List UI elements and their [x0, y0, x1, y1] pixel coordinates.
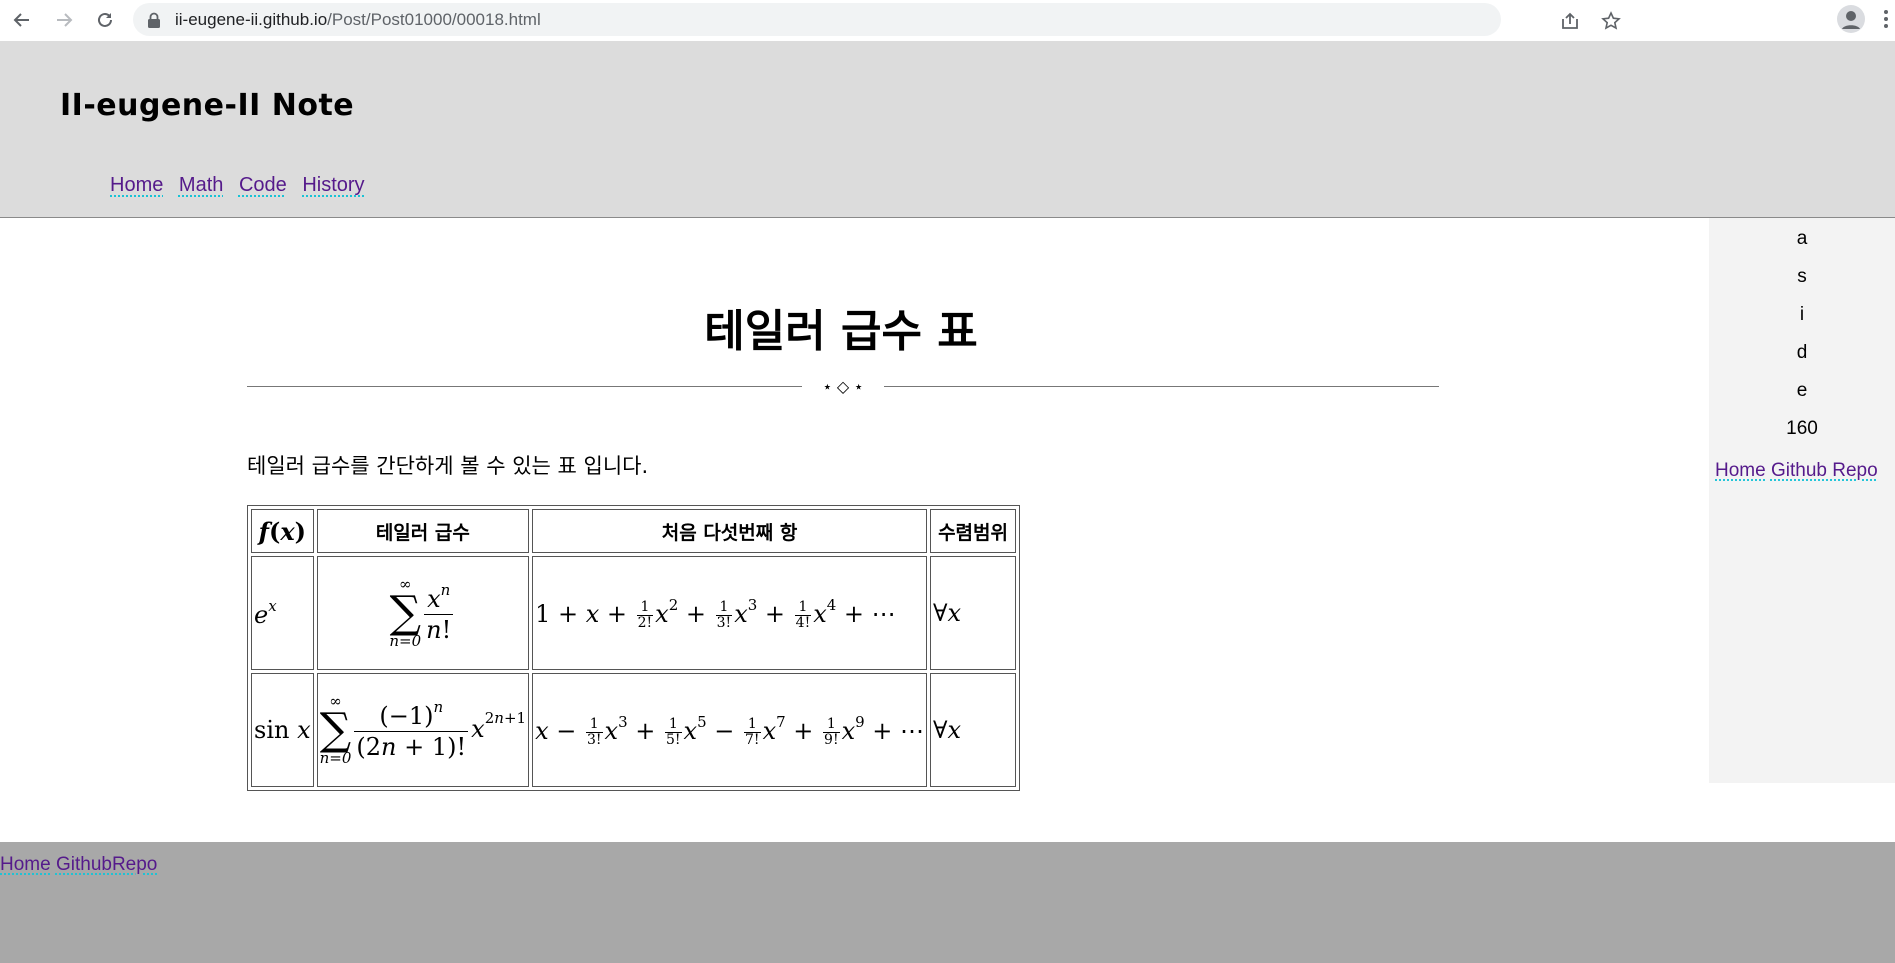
aside-github-repo-link[interactable]: Github Repo	[1771, 460, 1878, 481]
forward-arrow-icon[interactable]	[50, 6, 78, 34]
cell-function-sin: sin x	[251, 673, 314, 787]
aside-letter: i	[1799, 304, 1805, 325]
table-header-row: f(x) 테일러 급수 처음 다섯번째 항 수렴범위	[251, 509, 1017, 553]
aside-home-link[interactable]: Home	[1715, 460, 1766, 481]
header-convergence: 수렴범위	[930, 509, 1017, 553]
header-taylor-series: 테일러 급수	[316, 509, 530, 553]
site-footer: Home GithubRepo	[0, 842, 1895, 963]
divider-line-right	[884, 386, 1439, 387]
cell-series-sin: ∞ ∑ n=0 (−1)n (2n + 1)! x2n+1	[316, 673, 530, 787]
aside-letter: e	[1796, 380, 1808, 401]
table-row: ex ∞ ∑ n=0 xn n! 1 + x + 1 2! x2 + 1 3! x3 + 1 4!…	[251, 556, 1017, 670]
nav-code-link[interactable]: Code	[239, 174, 287, 196]
aside-panel: a s i d e 160 Home Github Repo	[1709, 218, 1895, 783]
divider-line-left	[247, 386, 802, 387]
nav-math-link[interactable]: Math	[179, 174, 223, 196]
kebab-menu-icon[interactable]	[1881, 8, 1891, 30]
divider-ornament: ⋆ ◇ ⋆	[822, 379, 864, 396]
cell-convergence-exp: ∀x	[930, 556, 1017, 670]
aside-links: Home Github Repo	[1715, 460, 1878, 482]
footer-links: Home GithubRepo	[0, 854, 157, 876]
cell-series-exp: ∞ ∑ n=0 xn n!	[316, 556, 530, 670]
header-function: f(x)	[251, 509, 314, 553]
cell-terms-exp: 1 + x + 1 2! x2 + 1 3! x3 + 1 4! x4 + ⋯	[532, 556, 928, 670]
back-arrow-icon[interactable]	[8, 6, 36, 34]
taylor-series-table: f(x) 테일러 급수 처음 다섯번째 항 수렴범위 ex ∞ ∑ n=0 xn n! …	[247, 505, 1021, 791]
nav-home-link[interactable]: Home	[110, 174, 163, 196]
intro-text: 테일러 급수를 간단하게 볼 수 있는 표 입니다.	[247, 454, 649, 478]
aside-letter: s	[1797, 266, 1807, 287]
cell-function-exp: ex	[251, 556, 314, 670]
site-header: II-eugene-II Note Home Math Code History	[0, 41, 1895, 218]
aside-letter: d	[1796, 342, 1808, 363]
url-text[interactable]: ii-eugene-ii.github.io/Post/Post01000/00…	[175, 3, 541, 36]
aside-count: 160	[1786, 418, 1818, 439]
address-bar[interactable]: ii-eugene-ii.github.io/Post/Post01000/00…	[133, 3, 1621, 36]
lock-icon[interactable]	[147, 12, 161, 28]
profile-icon[interactable]	[1837, 5, 1865, 33]
site-title: II-eugene-II Note	[60, 88, 355, 123]
nav-history-link[interactable]: History	[302, 174, 364, 196]
share-icon[interactable]	[1560, 12, 1580, 30]
reload-icon[interactable]	[91, 6, 119, 34]
table-row: sin x ∞ ∑ n=0 (−1)n (2n + 1)! x2n+1 x − 1 3! x3…	[251, 673, 1017, 787]
top-nav: Home Math Code History	[110, 174, 375, 197]
star-icon[interactable]	[1601, 11, 1621, 31]
cell-convergence-sin: ∀x	[930, 673, 1017, 787]
footer-github-repo-link[interactable]: GithubRepo	[56, 854, 157, 875]
header-first-five-terms: 처음 다섯번째 항	[532, 509, 928, 553]
cell-terms-sin: x − 1 3! x3 + 1 5! x5 − 1 7! x7 + 1 9! x9 + ⋯	[532, 673, 928, 787]
article-title: 테일러 급수 표	[704, 306, 978, 357]
aside-letter: a	[1796, 228, 1808, 249]
footer-home-link[interactable]: Home	[0, 854, 51, 875]
browser-toolbar: ii-eugene-ii.github.io/Post/Post01000/00…	[0, 0, 1895, 41]
